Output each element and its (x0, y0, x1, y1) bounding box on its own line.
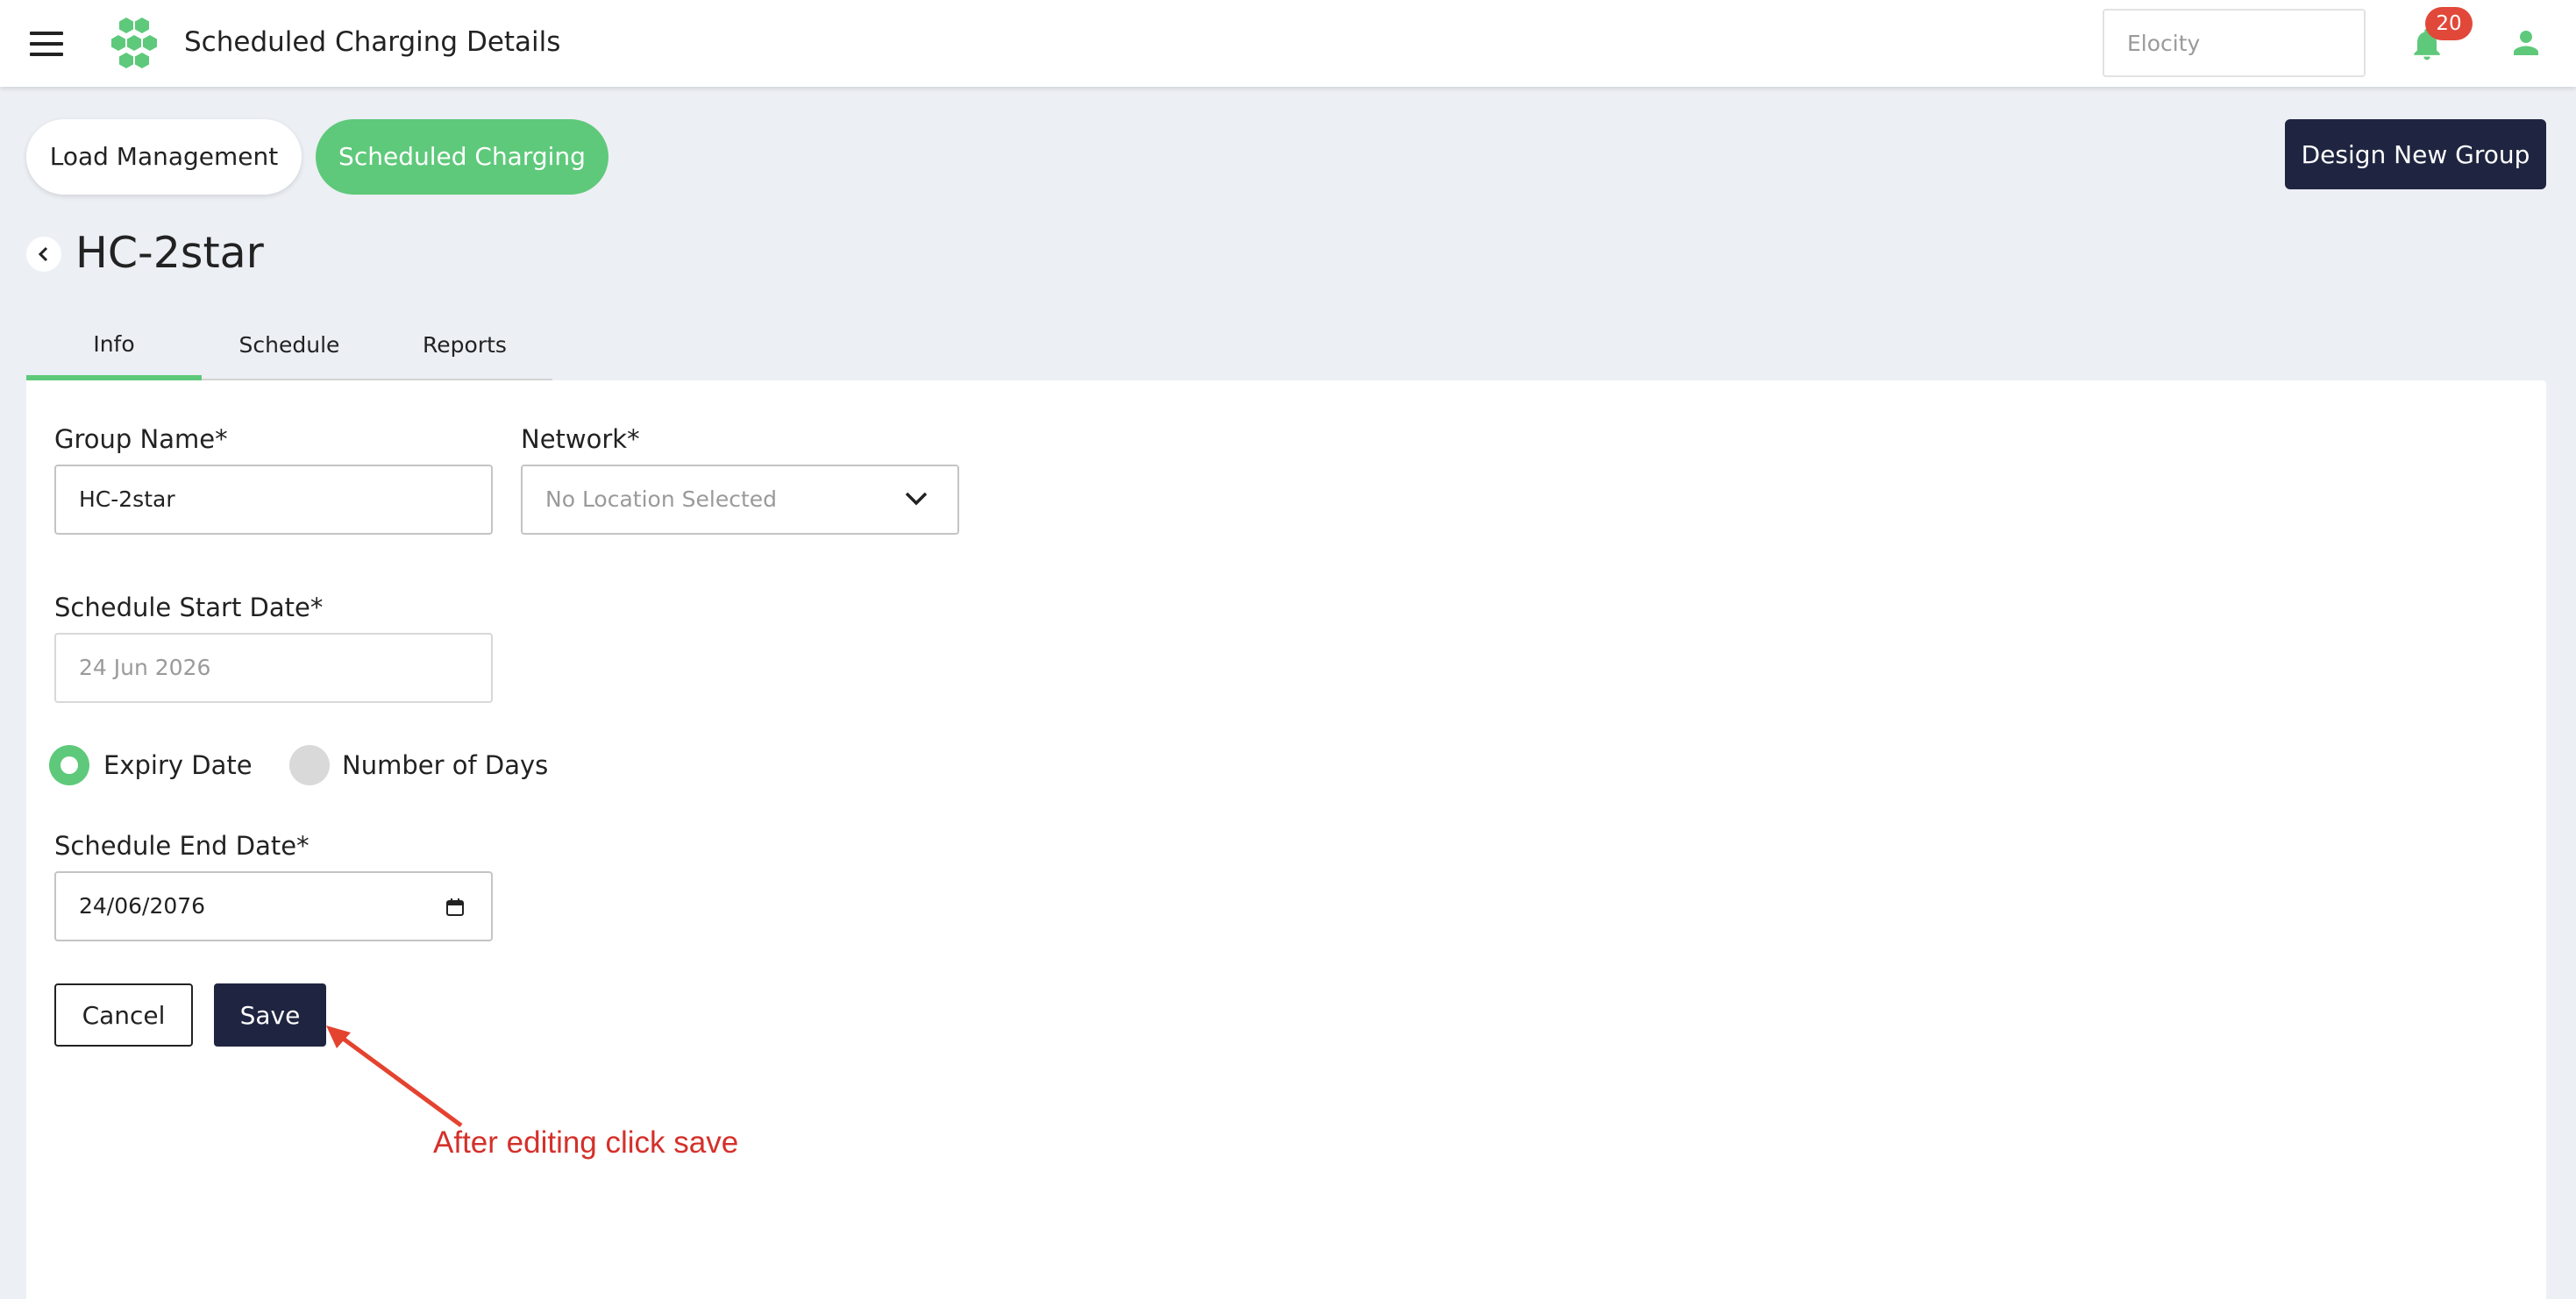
end-date-label: Schedule End Date* (54, 831, 310, 861)
page-title: HC-2star (75, 228, 264, 278)
save-button[interactable]: Save (214, 983, 326, 1047)
end-date-value: 24/06/2076 (79, 893, 206, 919)
chevron-down-icon (905, 492, 928, 506)
tab-reports[interactable]: Reports (377, 321, 552, 380)
organization-input[interactable] (2103, 9, 2366, 77)
end-date-input[interactable]: 24/06/2076 (54, 871, 493, 941)
annotation-arrow (326, 1026, 463, 1128)
network-select[interactable]: No Location Selected (521, 465, 959, 535)
chevron-left-icon (38, 246, 48, 262)
group-name-input[interactable]: HC-2star (54, 465, 493, 535)
group-name-label: Group Name* (54, 424, 228, 454)
expiry-date-radio-label: Expiry Date (103, 750, 253, 780)
design-new-group-button[interactable]: Design New Group (2285, 119, 2546, 189)
user-icon[interactable] (2508, 25, 2544, 61)
cancel-button[interactable]: Cancel (54, 983, 193, 1047)
tab-info[interactable]: Info (26, 321, 202, 380)
network-label: Network* (521, 424, 640, 454)
logo-icon (111, 18, 157, 68)
tab-load-management[interactable]: Load Management (26, 119, 302, 195)
menu-icon[interactable] (30, 32, 63, 56)
detail-tabs: Info Schedule Reports (26, 321, 552, 380)
annotation-text: After editing click save (433, 1125, 739, 1160)
number-of-days-radio-label: Number of Days (342, 750, 549, 780)
top-bar: Scheduled Charging Details 20 (0, 0, 2576, 87)
number-of-days-radio[interactable] (289, 745, 330, 785)
tab-schedule[interactable]: Schedule (202, 321, 377, 380)
start-date-input: 24 Jun 2026 (54, 633, 493, 703)
expiry-date-radio[interactable] (49, 745, 89, 785)
start-date-label: Schedule Start Date* (54, 593, 324, 622)
notification-badge: 20 (2425, 7, 2473, 40)
tab-scheduled-charging[interactable]: Scheduled Charging (316, 119, 608, 195)
app-title: Scheduled Charging Details (184, 26, 561, 58)
calendar-icon[interactable] (445, 898, 465, 917)
back-button[interactable] (26, 237, 61, 272)
network-select-value: No Location Selected (545, 486, 778, 512)
